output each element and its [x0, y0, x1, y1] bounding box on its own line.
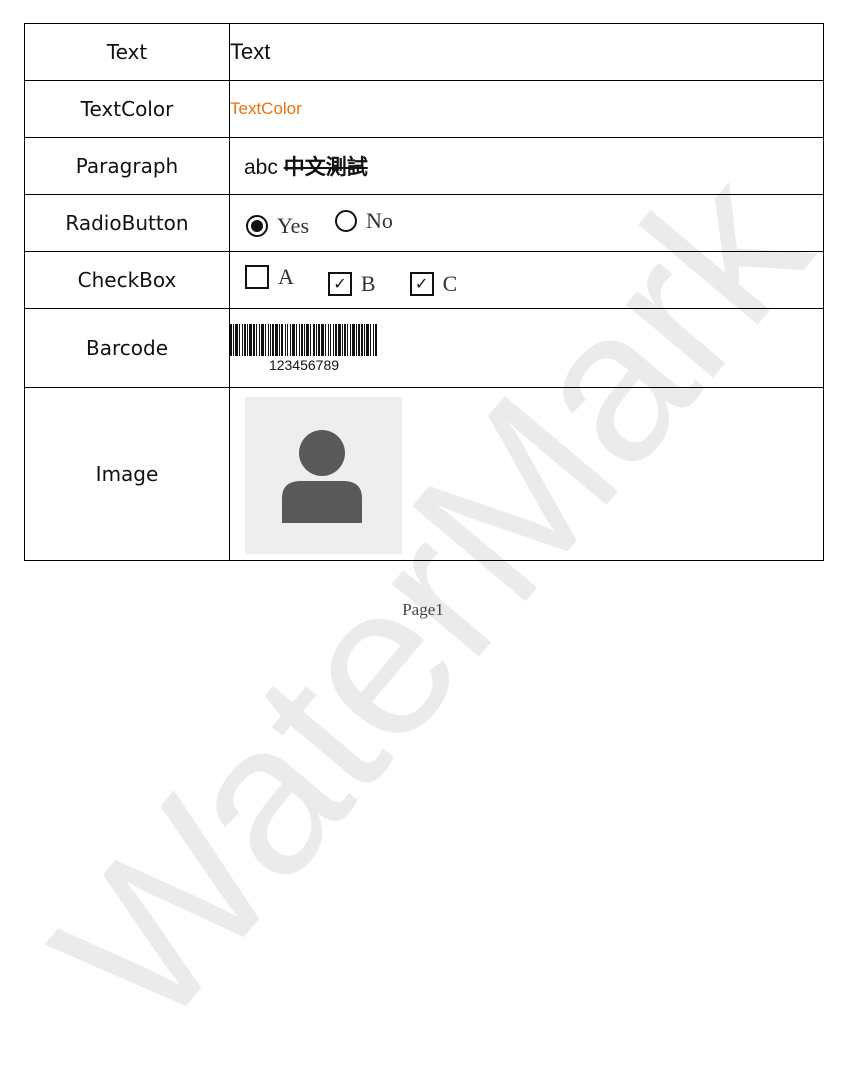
radio-label: No — [366, 207, 393, 233]
paragraph-value[interactable]: abc 中文測試 — [244, 155, 368, 179]
label-checkbox: CheckBox — [24, 251, 230, 309]
label-textcolor: TextColor — [24, 80, 230, 138]
checkbox-label: C — [442, 270, 458, 296]
row-barcode: Barcode 123456789 — [24, 308, 824, 388]
radio-label: Yes — [277, 212, 310, 238]
barcode-bars — [230, 324, 378, 356]
row-textcolor: TextColor TextColor — [24, 80, 824, 138]
checkbox-checked-icon[interactable]: ✓ — [409, 271, 434, 296]
barcode-number: 123456789 — [268, 357, 340, 373]
label-barcode: Barcode — [24, 308, 230, 388]
form-table: Text Text TextColor TextColor Paragraph … — [24, 23, 824, 561]
radio-option-yes[interactable]: Yes — [246, 213, 309, 239]
text-value[interactable]: Text — [230, 39, 270, 64]
image-placeholder[interactable] — [245, 396, 402, 554]
label-paragraph: Paragraph — [24, 137, 230, 195]
row-paragraph: Paragraph abc 中文測試 — [24, 137, 824, 195]
checkbox-unchecked-icon[interactable] — [245, 264, 269, 289]
checkbox-option-c[interactable]: ✓ C — [409, 270, 458, 297]
paragraph-latin: abc — [244, 156, 278, 179]
row-checkbox: CheckBox A ✓ B ✓ C — [24, 251, 824, 309]
row-image: Image — [24, 387, 824, 561]
label-image: Image — [24, 387, 230, 561]
checkbox-option-b[interactable]: ✓ B — [327, 270, 376, 297]
radio-option-no[interactable]: No — [335, 208, 393, 234]
checkbox-label: B — [360, 270, 376, 296]
checkbox-label: A — [278, 263, 294, 289]
checkbox-group: A ✓ B ✓ C — [229, 251, 824, 309]
page-number: Page1 — [402, 600, 444, 619]
radio-group: Yes No — [229, 194, 824, 252]
textcolor-value[interactable]: TextColor — [230, 99, 302, 118]
checkbox-checked-icon[interactable]: ✓ — [327, 271, 352, 296]
radio-selected-icon[interactable] — [246, 214, 268, 237]
checkbox-option-a[interactable]: A — [245, 264, 294, 290]
row-radiobutton: RadioButton Yes No — [24, 194, 824, 252]
radio-unselected-icon[interactable] — [335, 209, 358, 232]
barcode: 123456789 — [230, 324, 378, 373]
label-text: Text — [24, 23, 230, 81]
label-radiobutton: RadioButton — [24, 194, 230, 252]
paragraph-cjk-strikethrough: 中文測試 — [283, 155, 368, 179]
row-text: Text Text — [24, 23, 824, 81]
user-avatar-icon — [282, 429, 362, 523]
